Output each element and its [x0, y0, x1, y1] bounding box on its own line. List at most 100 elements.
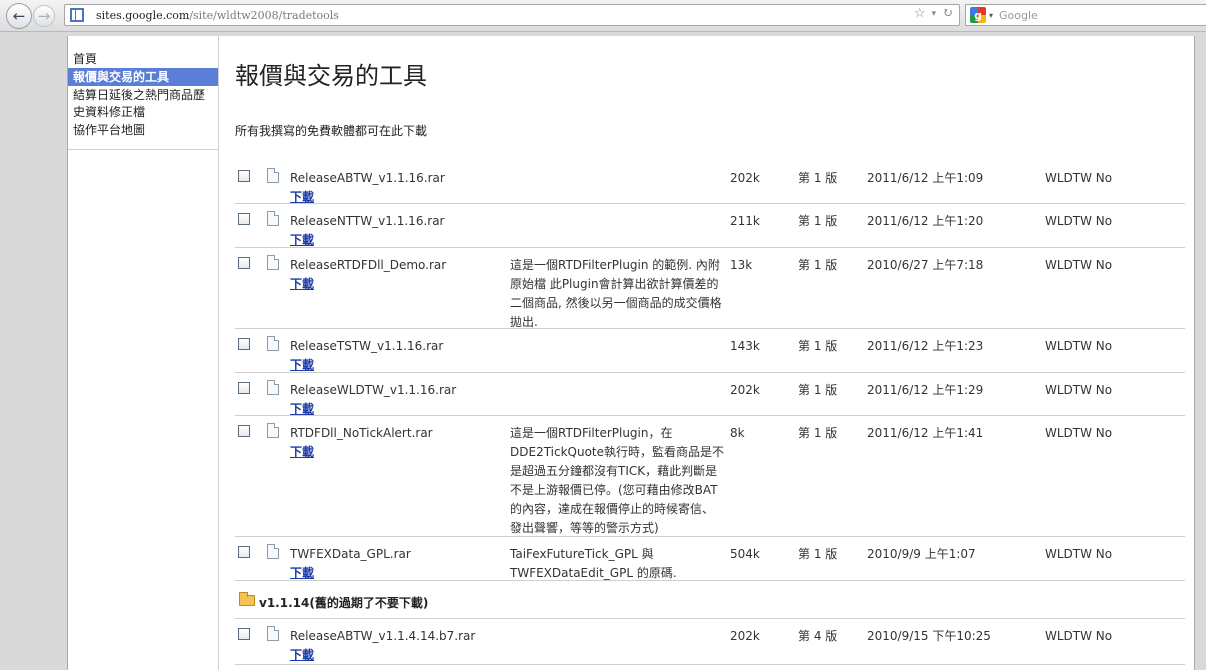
row-checkbox[interactable]	[238, 628, 250, 640]
file-date: 2011/6/12 上午1:41	[867, 426, 984, 440]
download-link[interactable]: 下載	[290, 646, 475, 665]
file-name: RTDFDll_NoTickAlert.rar	[290, 426, 433, 440]
file-version: 第 1 版	[798, 383, 838, 397]
folder-label: v1.1.14(舊的過期了不要下載)	[259, 596, 429, 610]
file-icon	[267, 168, 279, 183]
file-icon	[267, 380, 279, 395]
page-description: 所有我撰寫的免費軟體都可在此下載	[235, 124, 428, 138]
table-row: ReleaseABTW_v1.1.16.rar 下載 202k 第 1 版 20…	[235, 161, 1185, 204]
back-button[interactable]: ←	[6, 3, 32, 29]
search-bar[interactable]: g ▾ Google	[965, 4, 1206, 26]
file-name-cell: ReleaseRTDFDll_Demo.rar 下載	[290, 256, 446, 294]
file-size: 13k	[730, 258, 753, 272]
reload-icon[interactable]: ↻	[942, 6, 953, 21]
row-checkbox[interactable]	[238, 425, 250, 437]
row-checkbox[interactable]	[238, 382, 250, 394]
file-version: 第 1 版	[798, 214, 838, 228]
file-user[interactable]: WLDTW No	[1045, 169, 1112, 188]
arrow-left-icon: ←	[12, 7, 26, 25]
file-date: 2011/6/12 上午1:29	[867, 383, 984, 397]
file-user[interactable]: WLDTW No	[1045, 424, 1112, 443]
file-icon	[267, 423, 279, 438]
file-name: ReleaseRTDFDll_Demo.rar	[290, 258, 447, 272]
row-checkbox[interactable]	[238, 546, 250, 558]
browser-toolbar: ← → sites.google.com/site/wldtw2008/trad…	[0, 0, 1206, 32]
table-row: ReleaseRTDFDll_Demo.rar 下載 這是一個RTDFilter…	[235, 248, 1185, 329]
row-checkbox[interactable]	[238, 338, 250, 350]
google-engine-icon[interactable]: g	[970, 7, 986, 23]
file-version: 第 4 版	[798, 629, 838, 643]
table-row: TWFEXData_GPL.rar 下載 TaiFexFutureTick_GP…	[235, 537, 1185, 581]
file-user[interactable]: WLDTW No	[1045, 381, 1112, 400]
file-name-cell: ReleaseTSTW_v1.1.16.rar 下載	[290, 337, 443, 375]
file-date: 2010/9/9 上午1:07	[867, 547, 976, 561]
file-user[interactable]: WLDTW No	[1045, 212, 1112, 231]
table-row: ReleaseNTTW_v1.1.16.rar 下載 211k 第 1 版 20…	[235, 204, 1185, 248]
file-size: 504k	[730, 547, 760, 561]
file-date: 2011/6/12 上午1:20	[867, 214, 984, 228]
file-size: 202k	[730, 383, 760, 397]
file-size: 143k	[730, 339, 760, 353]
table-row: ReleaseWLDTW_v1.1.16.rar 下載 202k 第 1 版 2…	[235, 373, 1185, 416]
bookmark-star-icon[interactable]: ☆	[914, 6, 926, 21]
file-date: 2011/6/12 上午1:23	[867, 339, 984, 353]
file-user[interactable]: WLDTW No	[1045, 337, 1112, 356]
file-name: ReleaseWLDTW_v1.1.16.rar	[290, 383, 457, 397]
row-checkbox[interactable]	[238, 257, 250, 269]
file-icon	[267, 544, 279, 559]
table-row: ReleaseTSTW_v1.1.16.rar 下載 143k 第 1 版 20…	[235, 329, 1185, 373]
sidebar-item-history-fix[interactable]: 結算日延後之熱門商品歷史資料修正檔	[68, 86, 218, 121]
file-size: 202k	[730, 629, 760, 643]
file-name-cell: ReleaseABTW_v1.1.4.14.b7.rar 下載	[290, 627, 475, 665]
file-version: 第 1 版	[798, 339, 838, 353]
file-date: 2010/9/15 下午10:25	[867, 629, 991, 643]
file-size: 211k	[730, 214, 760, 228]
file-size: 8k	[730, 426, 745, 440]
url-text: sites.google.com/site/wldtw2008/tradetoo…	[96, 9, 339, 22]
file-date: 2010/6/27 上午7:18	[867, 258, 984, 272]
search-placeholder: Google	[999, 8, 1038, 22]
row-checkbox[interactable]	[238, 213, 250, 225]
file-icon	[267, 255, 279, 270]
file-user[interactable]: WLDTW No	[1045, 545, 1112, 564]
file-name: ReleaseTSTW_v1.1.16.rar	[290, 339, 444, 353]
table-row: RTDFDll_NoTickAlert.rar 下載 這是一個RTDFilter…	[235, 416, 1185, 537]
url-path: /site/wldtw2008/tradetools	[189, 8, 339, 22]
engine-dropdown-icon[interactable]: ▾	[989, 11, 993, 20]
folder-row[interactable]: v1.1.14(舊的過期了不要下載)	[235, 581, 1185, 619]
file-description: 這是一個RTDFilterPlugin 的範例. 內附原始檔 此Plugin會計…	[510, 258, 722, 329]
file-description: TaiFexFutureTick_GPL 與 TWFEXDataEdit_GPL…	[510, 547, 677, 580]
file-name: ReleaseNTTW_v1.1.16.rar	[290, 214, 445, 228]
file-date: 2011/6/12 上午1:09	[867, 171, 984, 185]
sidebar: 首頁 報價與交易的工具 結算日延後之熱門商品歷史資料修正檔 協作平台地圖	[68, 36, 219, 670]
url-actions: ☆ ▾ ↻	[914, 6, 953, 21]
file-version: 第 1 版	[798, 258, 838, 272]
site-favicon-icon	[70, 8, 84, 22]
address-bar[interactable]: sites.google.com/site/wldtw2008/tradetoo…	[64, 4, 960, 26]
forward-button[interactable]: →	[33, 5, 55, 27]
download-link[interactable]: 下載	[290, 443, 433, 462]
history-dropdown-icon[interactable]: ▾	[932, 9, 937, 21]
sidebar-item-home[interactable]: 首頁	[68, 50, 218, 68]
file-user[interactable]: WLDTW No	[1045, 627, 1112, 646]
file-cabinet-table: ReleaseABTW_v1.1.16.rar 下載 202k 第 1 版 20…	[235, 161, 1185, 665]
file-icon	[267, 626, 279, 641]
row-checkbox[interactable]	[238, 170, 250, 182]
file-name: ReleaseABTW_v1.1.4.14.b7.rar	[290, 629, 476, 643]
file-icon	[267, 336, 279, 351]
main-content: 報價與交易的工具 所有我撰寫的免費軟體都可在此下載 ReleaseABTW_v1…	[235, 36, 1185, 665]
file-name-cell: TWFEXData_GPL.rar 下載	[290, 545, 411, 583]
arrow-right-icon: →	[37, 7, 51, 25]
sidebar-item-sitemap[interactable]: 協作平台地圖	[68, 121, 218, 139]
file-name: TWFEXData_GPL.rar	[290, 547, 411, 561]
file-user[interactable]: WLDTW No	[1045, 256, 1112, 275]
download-link[interactable]: 下載	[290, 275, 446, 294]
file-version: 第 1 版	[798, 547, 838, 561]
file-name-cell: ReleaseNTTW_v1.1.16.rar 下載	[290, 212, 444, 250]
file-name-cell: ReleaseWLDTW_v1.1.16.rar 下載	[290, 381, 456, 419]
file-version: 第 1 版	[798, 426, 838, 440]
file-version: 第 1 版	[798, 171, 838, 185]
sidebar-item-trading-tools[interactable]: 報價與交易的工具	[68, 68, 218, 86]
table-row: ReleaseABTW_v1.1.4.14.b7.rar 下載 202k 第 4…	[235, 619, 1185, 665]
page: 首頁 報價與交易的工具 結算日延後之熱門商品歷史資料修正檔 協作平台地圖 報價與…	[67, 36, 1195, 670]
